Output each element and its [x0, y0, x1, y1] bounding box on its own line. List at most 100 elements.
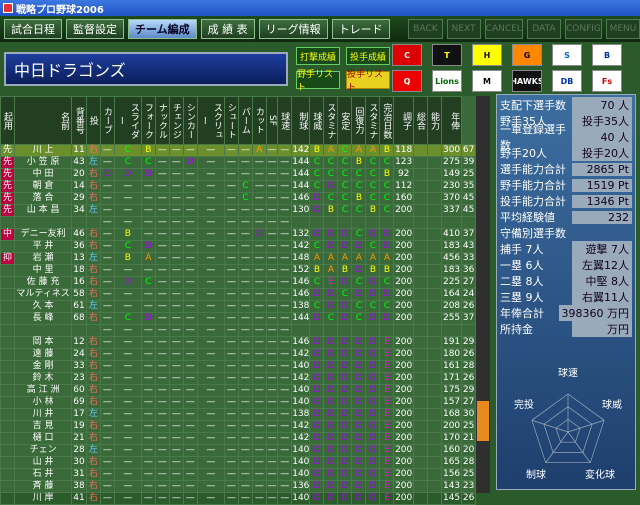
- table-row[interactable]: 先中 田 20 右 D D D — — — — — — — — —144 C C C C C B 92 149 25: [0, 168, 476, 181]
- column-header-0[interactable]: 起用: [0, 96, 15, 145]
- back-button[interactable]: BACK: [408, 19, 443, 39]
- table-row[interactable]: 先山 本 昌 34 左 — — — — — — — — — — — —130 D B C C B C 200 337 45: [0, 204, 476, 217]
- menu-button[interactable]: MENU: [605, 19, 640, 39]
- table-row[interactable]: 先落 合 29 右 — — — — — — — — C — — —146 D C C B C C 160 370 45: [0, 192, 476, 205]
- cancel-button[interactable]: CANCEL: [484, 19, 523, 39]
- column-header-12[interactable]: パーム: [237, 96, 253, 145]
- table-row[interactable]: 石 井 31 右 — — — — — — — — — — — —140 D D D D D E 200 156 25: [0, 468, 476, 481]
- table-cell: D: [337, 480, 353, 493]
- team-logo-6[interactable]: Q: [392, 70, 422, 92]
- column-header-8[interactable]: チェンジ: [168, 96, 184, 145]
- column-header-17[interactable]: 球威: [309, 96, 325, 145]
- team-logo-9[interactable]: HAWKS: [512, 70, 542, 92]
- table-cell: —: [182, 276, 198, 289]
- scrollbar[interactable]: [476, 96, 490, 493]
- column-header-1[interactable]: 名前: [13, 96, 73, 145]
- table-row[interactable]: 中デニー友利 46 右 — B — — — — — — — D — —132 D D D C D D 200 410 37: [0, 228, 476, 241]
- menu-0[interactable]: 試合日程: [4, 19, 62, 39]
- table-row[interactable]: 吉 見 19 右 — — — — — — — — — — — —142 D D D D D E 200 200 25: [0, 420, 476, 433]
- next-button[interactable]: NEXT: [446, 19, 481, 39]
- team-logo-10[interactable]: DB: [552, 70, 582, 92]
- config-button[interactable]: CONFIG: [564, 19, 602, 39]
- table-row[interactable]: 長 峰 68 右 — C D — — — — — — — — —144 D C D C D D 200 255 37: [0, 312, 476, 325]
- pitcher-stats-button[interactable]: 投手成績: [346, 47, 390, 65]
- column-header-21[interactable]: スタミナ: [365, 96, 381, 145]
- table-cell: —: [196, 312, 225, 325]
- menu-3[interactable]: 成 績 表: [200, 19, 255, 39]
- table-row[interactable]: 遠 藤 24 右 — — — — — — — — — — — —142 D D D D D E 200 180 26: [0, 348, 476, 361]
- pitcher-list-button[interactable]: 投手リスト: [346, 70, 390, 93]
- team-logo-1[interactable]: T: [432, 44, 462, 66]
- table-row[interactable]: 金 剛 33 右 — — — — — — — — — — — —140 D D D D D E 200 161 28: [0, 360, 476, 373]
- column-header-24[interactable]: 総合: [412, 96, 428, 145]
- team-logo-2[interactable]: H: [472, 44, 502, 66]
- table-row[interactable]: 中 里 18 右 — — — — — — — — — — — —152 B A B D B B 200 183 36: [0, 264, 476, 277]
- column-header-15[interactable]: 球速: [277, 96, 293, 145]
- column-header-20[interactable]: 回復力: [351, 96, 367, 145]
- table-cell: D: [351, 264, 367, 277]
- table-row[interactable]: マルティネス 58 右 — — — — — — — — — — — —146 D D C D D D 200 164 24: [0, 288, 476, 301]
- table-cell: —: [237, 372, 253, 385]
- column-header-3[interactable]: 投: [85, 96, 101, 145]
- table-row[interactable]: 小 林 69 右 — — — — — — — — — — — —140 D D D D D E 200 157 27: [0, 396, 476, 409]
- table-cell: A: [323, 264, 339, 277]
- table-cell: D: [365, 408, 381, 421]
- column-header-16[interactable]: 制球: [291, 96, 311, 145]
- column-header-9[interactable]: シンカー: [182, 96, 198, 145]
- table-row[interactable]: — — — — — — — — — — — —: [0, 324, 476, 337]
- column-header-6[interactable]: フォーク: [140, 96, 156, 145]
- table-row[interactable]: 岡 本 12 右 — — — — — — — — — — — —146 D D D D D E 200 191 29: [0, 336, 476, 349]
- menu-4[interactable]: リーグ情報: [258, 19, 328, 39]
- data-button[interactable]: DATA: [526, 19, 561, 39]
- column-header-25[interactable]: 能力: [426, 96, 442, 145]
- team-logo-5[interactable]: B: [592, 44, 622, 66]
- column-header-22[interactable]: 完治日数: [379, 96, 395, 145]
- column-header-4[interactable]: カーブ: [99, 96, 115, 145]
- team-logo-11[interactable]: Fs: [592, 70, 622, 92]
- table-row[interactable]: 佐 藤 充 16 右 — D C — — — — — — — — —146 C E D C D C 200 225 27: [0, 276, 476, 289]
- menu-5[interactable]: トレード: [331, 19, 390, 39]
- menu-1[interactable]: 監督設定: [66, 19, 124, 39]
- scroll-thumb[interactable]: [477, 401, 489, 441]
- table-row[interactable]: 山 井 30 右 — — — — — — — — — — — —140 D D D D D E 200 165 28: [0, 456, 476, 469]
- table-row[interactable]: 抑岩 瀬 13 左 — B A — — — — — — — — —148 A A A A A A 200 456 33: [0, 252, 476, 265]
- column-header-11[interactable]: シュート: [223, 96, 239, 145]
- column-header-19[interactable]: 安定: [337, 96, 353, 145]
- batter-stats-button[interactable]: 打撃成績: [296, 47, 340, 65]
- column-header-14[interactable]: SF: [265, 96, 279, 145]
- table-row[interactable]: 先小 笠 原 43 左 — C C — — D — — — — — —144 C C C B C C 123 275 39: [0, 156, 476, 169]
- column-header-2[interactable]: 背番号: [71, 96, 87, 145]
- table-row[interactable]: 久 本 61 左 — — — — — — — — — — — —138 C D D C C C 200 208 26: [0, 300, 476, 313]
- table-row[interactable]: 高 江 洲 60 右 — — — — — — — — — — — —140 D D D D D E 200 175 29: [0, 384, 476, 397]
- column-header-10[interactable]: スクリュー: [196, 96, 225, 145]
- table-cell: 35: [461, 180, 476, 193]
- team-logo-0[interactable]: C: [392, 44, 422, 66]
- table-row[interactable]: 平 井 36 右 — C D — — — — — — — — —142 C D D D C D 200 183 43: [0, 240, 476, 253]
- menu-2[interactable]: チーム編成: [128, 19, 197, 39]
- table-row[interactable]: 先川 上 11 右 — C B — — — — — — A — —142 B A C A A B 118 300 67: [0, 144, 476, 157]
- table-cell: [426, 348, 442, 361]
- batter-list-button[interactable]: 野手リスト: [296, 70, 340, 93]
- table-row[interactable]: チェン 28 左 — — — — — — — — — — — —140 D D D D D E 200 160 20: [0, 444, 476, 457]
- table-row[interactable]: 樋 口 21 右 — — — — — — — — — — — —142 D D D D D E 200 170 21: [0, 432, 476, 445]
- team-logo-8[interactable]: M: [472, 70, 502, 92]
- table-row[interactable]: 斉 藤 38 右 — — — — — — — — — — — —136 D D D D D E 200 143 23: [0, 480, 476, 493]
- table-row[interactable]: 川 井 17 左 — — — — — — — — — — — —138 D D D D D E 200 168 30: [0, 408, 476, 421]
- column-header-7[interactable]: ナックル: [154, 96, 170, 145]
- column-header-26[interactable]: 年俸: [440, 96, 463, 145]
- column-header-13[interactable]: カット: [251, 96, 267, 145]
- table-cell: —: [182, 192, 198, 205]
- column-header-23[interactable]: 調子: [393, 96, 414, 145]
- column-header-18[interactable]: スタミナ: [323, 96, 339, 145]
- column-header-5[interactable]: スライダー: [113, 96, 142, 145]
- team-logo-4[interactable]: S: [552, 44, 582, 66]
- team-logo-3[interactable]: G: [512, 44, 542, 66]
- table-row[interactable]: 川 岸 41 右 — — — — — — — — — — — —140 D D D D D E 200 145 26: [0, 492, 476, 505]
- table-row[interactable]: 鈴 木 23 右 — — — — — — — — — — — —142 D D D D D E 200 171 26: [0, 372, 476, 385]
- table-row[interactable]: — — — — — — — — — — — —: [0, 216, 476, 229]
- table-cell: 右: [85, 468, 101, 481]
- table-cell: [365, 324, 381, 337]
- table-row[interactable]: 先朝 倉 14 右 — — — — — — — — C — — —144 C D C C C C 112 230 35: [0, 180, 476, 193]
- team-logo-7[interactable]: Lions: [432, 70, 462, 92]
- table-cell: [71, 324, 87, 337]
